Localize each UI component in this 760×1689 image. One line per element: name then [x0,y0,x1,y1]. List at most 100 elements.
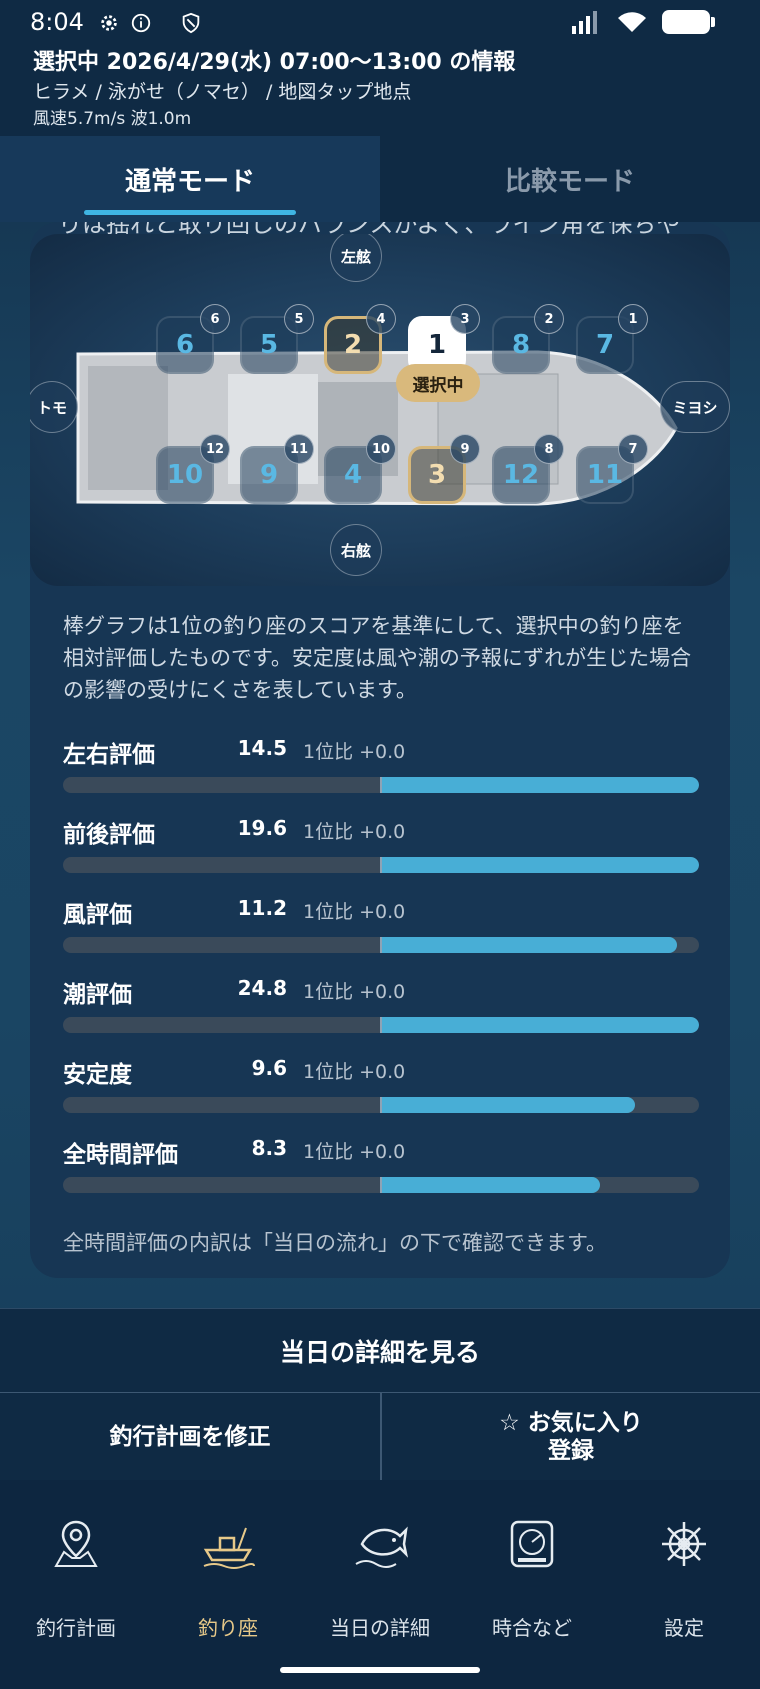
selection-target: ヒラメ / 泳がせ（ノマセ） / 地図タップ地点 [33,81,412,103]
seat-number-badge: 12 [200,434,230,464]
shield-icon [182,12,200,34]
metric-value: 24.8 [237,976,287,1000]
metric-bar-fill [381,1177,601,1193]
status-time: 8:04 [30,8,84,36]
nav-label: 時合など [492,1616,572,1640]
seat-number-badge: 6 [200,304,230,334]
battery-icon [662,10,715,34]
seat-number-badge: 3 [450,304,480,334]
metric-row: 前後評価 19.6 1位比 +0.0 [63,815,699,875]
seat-number-badge: 5 [284,304,314,334]
metric-bar-center [380,1097,382,1113]
gear-icon [101,15,117,31]
metric-compare: 1位比 +0.0 [303,981,406,1003]
metric-bar-fill [381,857,699,873]
home-indicator[interactable] [280,1667,480,1673]
metric-bar-fill [381,1097,636,1113]
metric-name: 前後評価 [63,822,155,848]
nav-label: 当日の詳細 [330,1616,430,1640]
metric-row: 安定度 9.6 1位比 +0.0 [63,1055,699,1115]
tab-compare-mode[interactable]: 比較モード [380,136,760,222]
signal-icon [572,11,597,34]
metric-bar [63,857,699,873]
status-bar: 8:04 [0,0,760,44]
selected-badge: 選択中 [396,364,480,402]
nav-item-trip-plan[interactable]: 釣行計画 [0,1506,152,1646]
metric-compare: 1位比 +0.0 [303,1141,406,1163]
metric-bar [63,1017,699,1033]
metric-bar-center [380,1017,382,1033]
metric-value: 14.5 [237,736,287,760]
footnote: 全時間評価の内訳は「当日の流れ」の下で確認できます。 [63,1231,607,1255]
starboard-label: 右舷 [330,524,382,576]
seat-number-badge: 4 [366,304,396,334]
map-pin-icon [54,1520,98,1567]
metric-bar-fill [381,1017,699,1033]
metric-bar-center [380,857,382,873]
nav-item-timing[interactable]: 時合など [456,1506,608,1646]
metric-name: 安定度 [63,1062,132,1088]
metric-row: 左右評価 14.5 1位比 +0.0 [63,735,699,795]
bow-label: ミヨシ [660,381,730,433]
metric-value: 9.6 [251,1056,287,1080]
seat-number-badge: 1 [618,304,648,334]
mode-tabs: 通常モード 比較モード [0,136,760,222]
seat-evaluation-card: りは揺れと取り回しのバランスがよく、ライン角を保ちや 左舷 右舷 トモ ミヨシ … [30,222,730,1278]
port-label: 左舷 [330,234,382,282]
metric-bar [63,777,699,793]
metric-row: 潮評価 24.8 1位比 +0.0 [63,975,699,1035]
metric-value: 11.2 [237,896,287,920]
selection-title: 選択中 2026/4/29(水) 07:00〜13:00 の情報 [33,50,516,75]
nav-label: 釣り座 [198,1616,258,1640]
view-day-detail-button[interactable]: 当日の詳細を見る [0,1308,760,1392]
nav-item-fishing-seat[interactable]: 釣り座 [152,1506,304,1646]
seat-number-badge: 11 [284,434,314,464]
nav-item-day-detail[interactable]: 当日の詳細 [304,1506,456,1646]
selection-weather: 風速5.7m/s 波1.0m [33,109,192,129]
metric-bar [63,1097,699,1113]
boat-diagram: 左舷 右舷 トモ ミヨシ 6 6 5 5 2 4 1 3 8 2 7 1 選択中… [30,234,730,586]
metric-bar-fill [381,937,677,953]
nav-item-settings[interactable]: 設定 [608,1506,760,1646]
nav-label: 設定 [664,1616,704,1640]
action-row: 釣行計画を修正 ☆ お気に入り 登録 [0,1392,760,1480]
chart-description: 棒グラフは1位の釣り座のスコアを基準にして、選択中の釣り座を相対評価したものです… [63,614,692,702]
metric-name: 全時間評価 [63,1142,178,1168]
seat-number-badge: 10 [366,434,396,464]
seat-number-badge: 2 [534,304,564,334]
wifi-icon [618,12,646,32]
metric-name: 左右評価 [63,742,155,768]
metric-name: 潮評価 [63,982,132,1008]
metric-value: 19.6 [237,816,287,840]
boat-icon [203,1527,255,1569]
metric-bar-center [380,777,382,793]
favorite-button[interactable]: ☆ お気に入り 登録 [380,1392,760,1480]
edit-plan-button[interactable]: 釣行計画を修正 [0,1392,380,1480]
sonar-icon [510,1520,554,1568]
favorite-label-line1: ☆ お気に入り [499,1409,643,1436]
favorite-label-line2: 登録 [547,1437,594,1464]
nav-label: 釣行計画 [36,1616,116,1640]
metric-row: 全時間評価 8.3 1位比 +0.0 [63,1135,699,1195]
metric-compare: 1位比 +0.0 [303,741,406,763]
metric-compare: 1位比 +0.0 [303,901,406,923]
metric-name: 風評価 [63,902,132,928]
seat-number-badge: 7 [618,434,648,464]
metric-bar [63,937,699,953]
seat-number-badge: 9 [450,434,480,464]
metric-bar-center [380,937,382,953]
fish-icon [355,1526,409,1568]
bottom-nav: 釣行計画 釣り座 当日の詳細 時合など 設定 [0,1480,760,1689]
metric-compare: 1位比 +0.0 [303,821,406,843]
metric-bar-fill [381,777,699,793]
tab-underline [84,210,296,215]
metric-compare: 1位比 +0.0 [303,1061,406,1083]
metric-value: 8.3 [251,1136,287,1160]
metric-bar [63,1177,699,1193]
helm-icon [662,1522,706,1566]
metric-row: 風評価 11.2 1位比 +0.0 [63,895,699,955]
info-icon [131,13,151,33]
selection-info: 選択中 2026/4/29(水) 07:00〜13:00 の情報 ヒラメ / 泳… [0,44,760,136]
seat-number-badge: 8 [534,434,564,464]
metric-bar-center [380,1177,382,1193]
